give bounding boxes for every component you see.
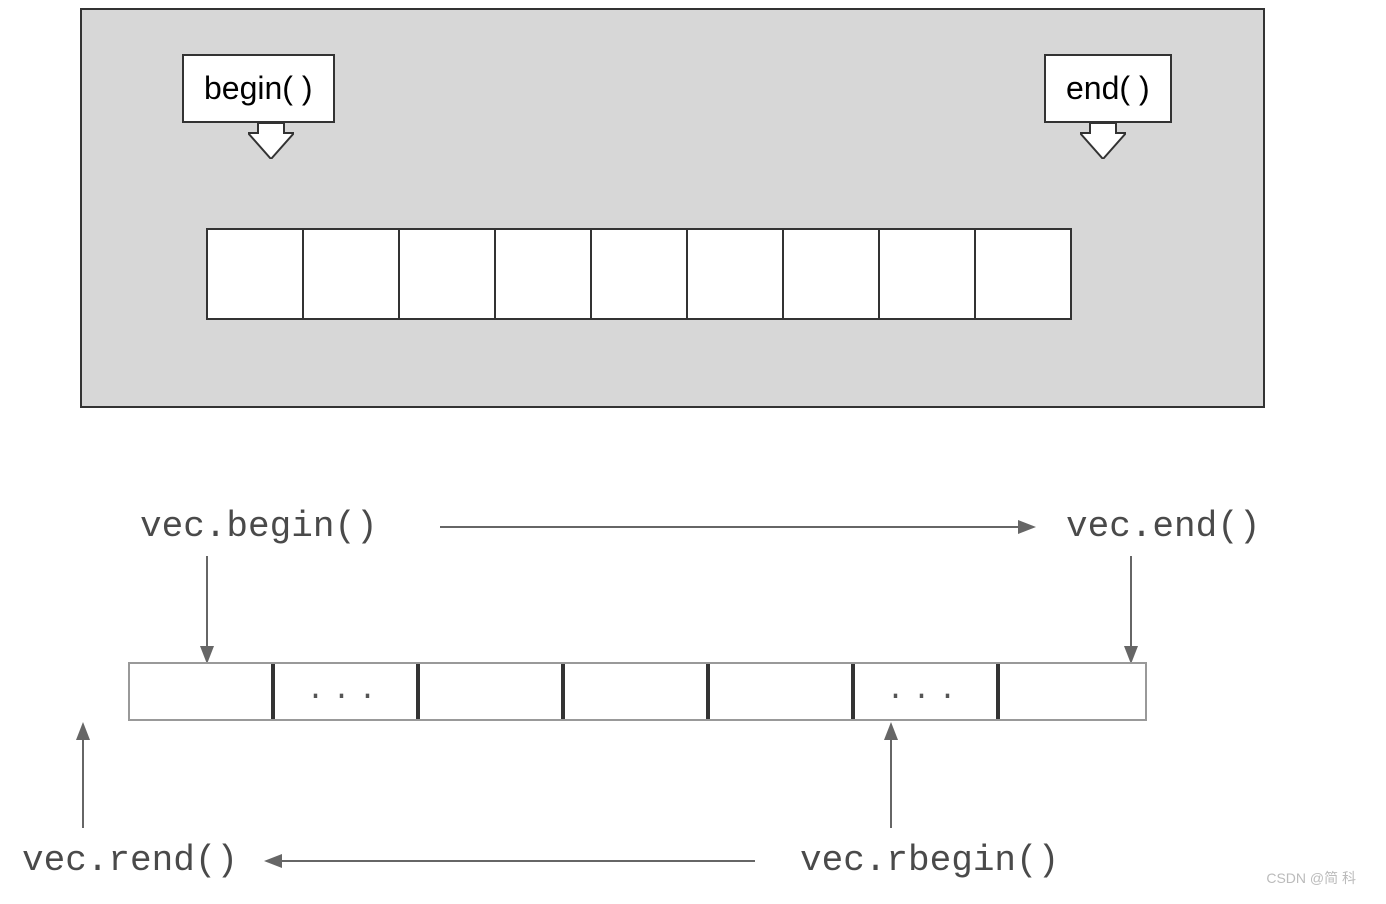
begin-arrow-icon xyxy=(248,123,294,159)
cell xyxy=(398,228,496,320)
vec-end-arrow-line xyxy=(1130,556,1132,648)
forward-arrow-head-icon xyxy=(1018,520,1036,534)
iterator-diagram-bottom: vec.begin() vec.end() vec.rend() vec.rbe… xyxy=(0,460,1386,890)
vec-begin-arrow-line xyxy=(206,556,208,648)
cell xyxy=(494,228,592,320)
cell xyxy=(565,664,710,719)
vector-cells-top xyxy=(206,228,1072,320)
cell xyxy=(710,664,855,719)
cell: ... xyxy=(855,664,1000,719)
vec-begin-label: vec.begin() xyxy=(140,506,378,547)
cell xyxy=(1000,664,1145,719)
vec-rend-label: vec.rend() xyxy=(22,840,238,881)
vec-rbegin-arrow-line xyxy=(890,738,892,828)
vec-rend-arrow-line xyxy=(82,738,84,828)
cell xyxy=(590,228,688,320)
cell: ... xyxy=(275,664,420,719)
iterator-diagram-top: begin( ) end( ) xyxy=(80,8,1265,408)
vec-rend-arrow-head-icon xyxy=(76,722,90,740)
reverse-arrow-head-icon xyxy=(264,854,282,868)
cell xyxy=(302,228,400,320)
end-label: end( ) xyxy=(1066,70,1150,106)
cell xyxy=(686,228,784,320)
cell xyxy=(782,228,880,320)
vector-cells-bottom: ... ... xyxy=(128,662,1147,721)
cell xyxy=(878,228,976,320)
cell xyxy=(130,664,275,719)
begin-label-box: begin( ) xyxy=(182,54,335,123)
vec-end-label: vec.end() xyxy=(1066,506,1260,547)
vec-rbegin-arrow-head-icon xyxy=(884,722,898,740)
begin-label: begin( ) xyxy=(204,70,313,106)
cell xyxy=(420,664,565,719)
end-label-box: end( ) xyxy=(1044,54,1172,123)
cell xyxy=(206,228,304,320)
vec-rbegin-label: vec.rbegin() xyxy=(800,840,1059,881)
cell xyxy=(974,228,1072,320)
watermark-text: CSDN @简 科 xyxy=(1266,868,1356,888)
forward-arrow-line xyxy=(440,526,1020,528)
reverse-arrow-line xyxy=(280,860,755,862)
end-arrow-icon xyxy=(1080,123,1126,159)
